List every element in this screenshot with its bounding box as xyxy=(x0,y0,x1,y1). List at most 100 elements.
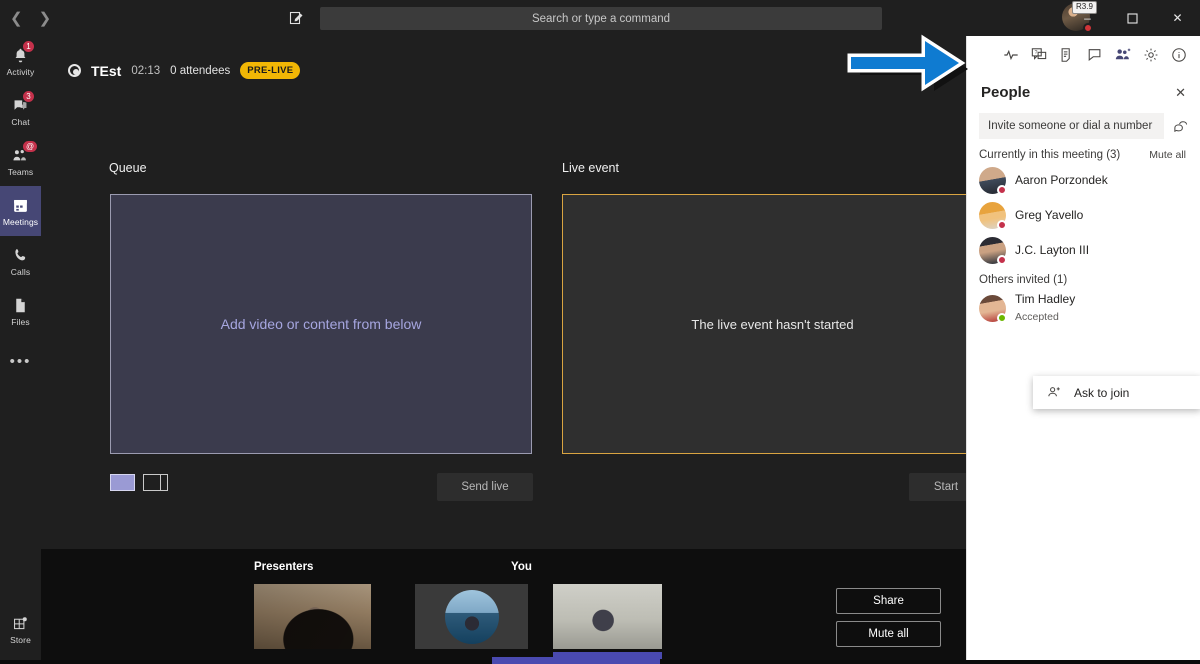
sidebar-label-activity: Activity xyxy=(6,67,35,77)
taskbar-accent xyxy=(492,657,660,664)
context-menu: Ask to join xyxy=(1033,376,1200,409)
self-video-tile[interactable] xyxy=(553,584,662,659)
settings-gear-icon[interactable] xyxy=(1140,44,1162,66)
close-icon[interactable]: ✕ xyxy=(1175,85,1186,101)
window-controls: – ✕ xyxy=(1065,0,1200,36)
live-event-preview-panel[interactable]: The live event hasn't started xyxy=(562,194,983,454)
event-header: TEst 02:13 0 attendees PRE-LIVE xyxy=(68,62,301,79)
section-header-invited: Others invited (1) xyxy=(967,268,1200,288)
sidebar-item-more[interactable]: ••• xyxy=(0,336,41,386)
teams-badge: @ xyxy=(22,140,39,153)
avatar xyxy=(979,202,1007,230)
people-panel: ? People ✕ Invite someone or dial a numb… xyxy=(966,36,1200,664)
status-badge: PRE-LIVE xyxy=(240,62,301,79)
event-title: TEst xyxy=(91,62,122,79)
share-button[interactable]: Share xyxy=(836,588,941,614)
chevron-right-icon[interactable]: ❯ xyxy=(39,11,52,26)
calendar-icon xyxy=(12,195,29,215)
notes-icon[interactable] xyxy=(1056,44,1078,66)
sidebar-label-files: Files xyxy=(11,317,30,327)
more-icon: ••• xyxy=(9,352,32,370)
person-name: Aaron Porzondek xyxy=(1015,173,1108,187)
presenter-tray: Presenters You Share Mute all xyxy=(41,549,966,664)
sidebar-label-teams: Teams xyxy=(7,167,34,177)
panel-toolbar: ? xyxy=(967,36,1200,74)
person-name: J.C. Layton III xyxy=(1015,243,1090,257)
maximize-button[interactable] xyxy=(1110,0,1155,36)
phone-icon xyxy=(12,245,29,265)
live-event-stage: TEst 02:13 0 attendees PRE-LIVE Queue Li… xyxy=(41,36,983,549)
list-item[interactable]: J.C. Layton III xyxy=(967,233,1200,268)
person-status: Accepted xyxy=(1015,311,1059,323)
chat-badge: 3 xyxy=(22,90,35,103)
dialpad-icon[interactable] xyxy=(1170,119,1190,134)
sidebar-label-calls: Calls xyxy=(10,267,31,277)
person-name: Tim Hadley xyxy=(1015,292,1076,306)
invite-input[interactable] xyxy=(979,113,1164,139)
sidebar-item-calls[interactable]: Calls xyxy=(0,236,41,286)
layout-split-icon[interactable] xyxy=(143,474,168,491)
person-info: Tim Hadley Accepted xyxy=(1015,292,1075,325)
sidebar-item-meetings[interactable]: Meetings xyxy=(0,186,41,236)
compose-icon[interactable] xyxy=(288,9,306,27)
queue-placeholder: Add video or content from below xyxy=(220,316,422,332)
presenter-avatar-tile[interactable] xyxy=(415,584,528,649)
info-icon[interactable] xyxy=(1168,44,1190,66)
nav-arrows: ❮ ❯ xyxy=(0,11,60,26)
layout-single-icon[interactable] xyxy=(110,474,135,491)
you-label: You xyxy=(511,561,532,573)
left-rail: 1 Activity 3 Chat @ Teams Meetings Calls… xyxy=(0,36,41,664)
chat-icon[interactable] xyxy=(1084,44,1106,66)
health-pulse-icon[interactable] xyxy=(1000,44,1022,66)
panel-title: People xyxy=(981,84,1031,101)
files-icon xyxy=(13,295,28,315)
attendee-count: 0 attendees xyxy=(170,64,231,77)
presenter-video-tile[interactable] xyxy=(254,584,371,649)
list-item[interactable]: Greg Yavello xyxy=(967,198,1200,233)
presence-dot xyxy=(997,185,1007,195)
record-icon xyxy=(68,64,81,77)
list-item[interactable]: Aaron Porzondek xyxy=(967,163,1200,198)
sidebar-item-store[interactable]: Store xyxy=(0,604,41,654)
avatar xyxy=(979,295,1007,323)
context-menu-item-label[interactable]: Ask to join xyxy=(1074,386,1129,400)
queue-preview-panel[interactable]: Add video or content from below xyxy=(110,194,532,454)
presence-dot xyxy=(997,255,1007,265)
sidebar-label-store: Store xyxy=(10,635,31,645)
people-icon[interactable] xyxy=(1112,44,1134,66)
search-input[interactable]: Search or type a command xyxy=(320,7,882,30)
qna-icon[interactable]: ? xyxy=(1028,44,1050,66)
activity-badge: 1 xyxy=(22,40,35,53)
live-placeholder: The live event hasn't started xyxy=(691,316,854,332)
presenter-avatar-image xyxy=(444,589,499,644)
title-bar: ❮ ❯ Search or type a command R3.9 – ✕ xyxy=(0,0,1200,36)
chevron-left-icon[interactable]: ❮ xyxy=(10,11,23,26)
svg-text:?: ? xyxy=(1035,50,1038,56)
send-live-button[interactable]: Send live xyxy=(437,473,533,501)
minimize-button[interactable]: – xyxy=(1065,0,1110,36)
sidebar-label-chat: Chat xyxy=(11,117,30,127)
live-event-label: Live event xyxy=(562,161,619,175)
close-button[interactable]: ✕ xyxy=(1155,0,1200,36)
person-name: Greg Yavello xyxy=(1015,208,1084,222)
sidebar-label-meetings: Meetings xyxy=(2,217,39,227)
section-title-meeting: Currently in this meeting (3) xyxy=(979,149,1121,161)
sidebar-item-chat[interactable]: 3 Chat xyxy=(0,86,41,136)
sidebar-item-files[interactable]: Files xyxy=(0,286,41,336)
teams-live-event-window: ❮ ❯ Search or type a command R3.9 – ✕ 1 … xyxy=(0,0,1200,664)
invite-row xyxy=(967,107,1200,143)
avatar xyxy=(979,167,1007,195)
panel-header: People ✕ xyxy=(967,74,1200,107)
store-icon xyxy=(12,613,29,633)
presence-dot xyxy=(997,220,1007,230)
sidebar-item-teams[interactable]: @ Teams xyxy=(0,136,41,186)
list-item[interactable]: Tim Hadley Accepted xyxy=(967,288,1200,329)
sidebar-item-activity[interactable]: 1 Activity xyxy=(0,36,41,86)
mute-all-link[interactable]: Mute all xyxy=(1149,149,1186,161)
mute-all-button[interactable]: Mute all xyxy=(836,621,941,647)
section-header-meeting: Currently in this meeting (3) Mute all xyxy=(967,143,1200,163)
event-timer: 02:13 xyxy=(131,64,161,77)
search-placeholder: Search or type a command xyxy=(531,12,671,25)
layout-toggle-group xyxy=(110,474,168,491)
section-title-invited: Others invited (1) xyxy=(979,274,1068,286)
